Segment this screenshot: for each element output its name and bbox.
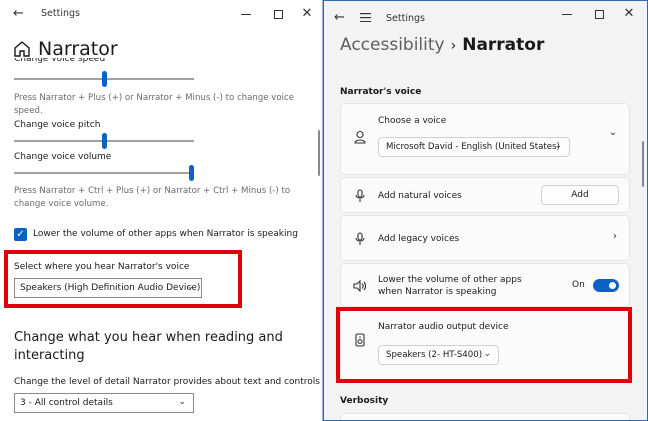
voice-speed-thumb[interactable] bbox=[102, 71, 107, 87]
voice-volume-label: Change voice volume bbox=[14, 152, 112, 162]
voice-speed-hint: Press Narrator + Plus (+) or Narrator + … bbox=[14, 93, 295, 116]
detail-level-dropdown[interactable]: 3 - All control details ⌄ bbox=[14, 393, 194, 413]
person-icon bbox=[354, 130, 366, 144]
maximize-button[interactable] bbox=[269, 6, 287, 22]
back-arrow-icon[interactable]: ← bbox=[13, 6, 29, 22]
highlight-box bbox=[4, 250, 242, 308]
breadcrumb-parent[interactable]: Accessibility bbox=[340, 35, 445, 55]
lower-volume-label: Lower the volume of other apps when Narr… bbox=[33, 229, 298, 239]
section-heading-verbosity: Verbosity bbox=[340, 396, 389, 406]
choose-voice-card: Choose a voice Microsoft David - English… bbox=[340, 103, 630, 175]
choose-voice-label: Choose a voice bbox=[378, 116, 447, 126]
maximize-button[interactable] bbox=[590, 6, 608, 22]
left-title-bar: ← Settings ✕ bbox=[0, 0, 322, 28]
microphone-icon bbox=[355, 189, 365, 202]
voice-speed-label: Change voice speed bbox=[14, 58, 106, 64]
volume-icon bbox=[353, 279, 367, 293]
voice-dropdown[interactable]: Microsoft David - English (United States… bbox=[378, 137, 570, 157]
page-title: Narrator bbox=[38, 38, 118, 60]
home-icon bbox=[14, 41, 30, 57]
left-settings-window: ← Settings ✕ Narrator Change voice speed… bbox=[0, 0, 323, 421]
highlight-box bbox=[336, 307, 632, 383]
lower-volume-card: Lower the volume of other apps when Narr… bbox=[340, 263, 630, 307]
lower-volume-label: Lower the volume of other apps when Narr… bbox=[378, 275, 522, 297]
natural-voices-card: Add natural voices Add bbox=[340, 177, 630, 213]
lower-volume-toggle[interactable] bbox=[593, 279, 619, 292]
chevron-down-icon: ⌄ bbox=[178, 397, 186, 407]
voice-pitch-label: Change voice pitch bbox=[14, 120, 101, 130]
scrollbar[interactable] bbox=[642, 141, 644, 187]
close-button[interactable]: ✕ bbox=[298, 6, 316, 22]
natural-voices-label: Add natural voices bbox=[378, 191, 462, 201]
chevron-down-icon: ⌄ bbox=[554, 141, 562, 151]
minimize-button[interactable] bbox=[558, 6, 576, 22]
window-title: Settings bbox=[41, 8, 80, 19]
voice-volume-slider[interactable] bbox=[14, 165, 194, 181]
back-arrow-icon[interactable]: ← bbox=[334, 10, 350, 26]
verbosity-card bbox=[340, 413, 630, 420]
toggle-state-text: On bbox=[572, 280, 585, 290]
voice-speed-slider[interactable] bbox=[14, 71, 194, 87]
close-button[interactable]: ✕ bbox=[620, 6, 638, 22]
breadcrumb: Accessibility › Narrator bbox=[340, 35, 544, 55]
minimize-button[interactable] bbox=[237, 6, 255, 22]
legacy-voices-card[interactable]: Add legacy voices › bbox=[340, 215, 630, 261]
scrollbar[interactable] bbox=[318, 130, 320, 176]
right-settings-window: ← Settings ✕ Accessibility › Narrator Narr… bbox=[323, 0, 648, 421]
checkmark-icon: ✓ bbox=[16, 229, 25, 240]
detail-level-label: Change the level of detail Narrator prov… bbox=[14, 377, 320, 387]
legacy-voices-label: Add legacy voices bbox=[378, 234, 460, 244]
voice-pitch-thumb[interactable] bbox=[102, 133, 107, 149]
chevron-down-icon[interactable]: ⌄ bbox=[609, 127, 617, 138]
section-heading: Change what you hear when reading and in… bbox=[14, 330, 283, 363]
detail-level-value: 3 - All control details bbox=[20, 398, 113, 408]
lower-volume-checkbox[interactable]: ✓ bbox=[14, 228, 27, 241]
voice-dropdown-value: Microsoft David - English (United States… bbox=[386, 142, 560, 152]
voice-volume-thumb[interactable] bbox=[189, 165, 194, 181]
menu-icon[interactable] bbox=[360, 13, 371, 22]
window-title: Settings bbox=[386, 13, 425, 24]
microphone-icon bbox=[355, 232, 365, 245]
add-natural-voices-button[interactable]: Add bbox=[541, 185, 619, 205]
voice-volume-hint: Press Narrator + Ctrl + Plus (+) or Narr… bbox=[14, 186, 291, 209]
breadcrumb-separator: › bbox=[450, 38, 457, 54]
chevron-right-icon: › bbox=[613, 231, 617, 242]
section-heading-voice: Narrator's voice bbox=[340, 87, 422, 97]
breadcrumb-current: Narrator bbox=[462, 35, 545, 55]
voice-pitch-slider[interactable] bbox=[14, 133, 194, 149]
